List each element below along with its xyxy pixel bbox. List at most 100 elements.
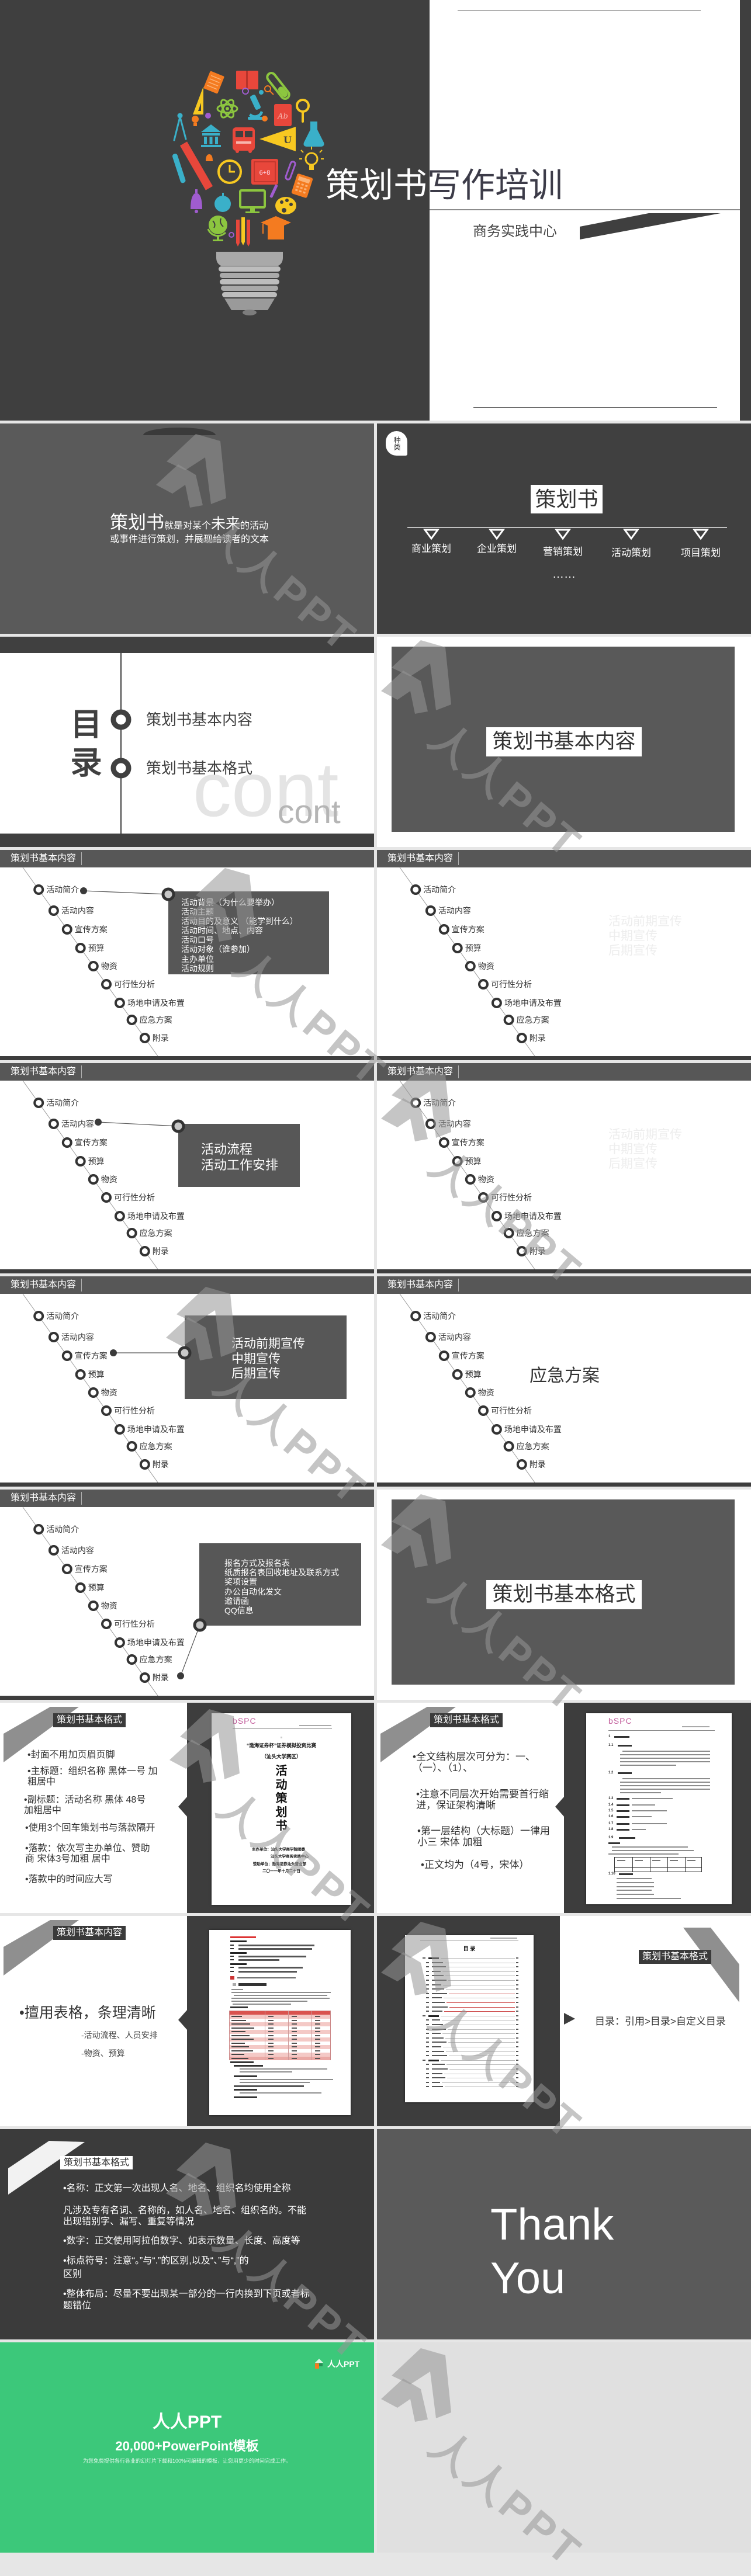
toc-item: 策划书基本内容 <box>146 711 253 728</box>
doc-text-line <box>230 1940 247 1942</box>
doc-text-line <box>230 1976 234 1980</box>
doc-text-line <box>682 1726 710 1727</box>
outline-item-label: 物资 <box>101 1388 117 1397</box>
doc-text-line <box>230 1967 234 1968</box>
definition-term: 策划书 <box>110 512 164 533</box>
doc-text-line <box>632 1798 673 1799</box>
callout-ring-icon <box>193 1618 207 1632</box>
rule-paragraph: •数字：正文使用阿拉伯数字、如表示数量、长度、高度等 <box>63 2236 300 2246</box>
doc-text-line <box>620 1792 661 1793</box>
outline-ring-icon <box>33 1098 44 1108</box>
brand-logo-text: 人人PPT <box>327 2359 360 2369</box>
outline-item-label: 场地申请及布置 <box>504 998 562 1008</box>
outline-item-label: 可行性分析 <box>491 980 532 989</box>
doc-text-line <box>234 2085 304 2087</box>
doc-text-line <box>268 2019 274 2021</box>
outline-ring-icon <box>33 1311 44 1321</box>
outline-ring-icon <box>75 1582 86 1593</box>
doc-text-line <box>230 1948 234 1949</box>
outline-diagram <box>399 1080 538 1273</box>
outline-item-label: 应急方案 <box>516 1228 549 1238</box>
doc-text-line <box>234 2065 263 2067</box>
outline-ring-icon <box>126 1441 137 1452</box>
toc-item: 策划书基本格式 <box>146 759 253 777</box>
doc-text-line <box>230 1971 234 1972</box>
outline-item-label: 活动简介 <box>46 1525 79 1534</box>
section-slide-content: 策划书基本内容 <box>377 637 751 847</box>
doc-logo: bSPC <box>233 1716 257 1726</box>
doc-text-line <box>292 2050 297 2051</box>
doc-text-line <box>233 1728 332 1729</box>
doc-text-line <box>608 1730 715 1731</box>
doc-text-line <box>292 2042 297 2044</box>
outline-item-label: 预算 <box>88 1583 105 1592</box>
faded-line: 中期宣传 <box>608 1143 657 1156</box>
section-title: 策划书基本内容 <box>486 727 642 756</box>
outline-ring-icon <box>139 1672 150 1683</box>
doc-vertical-char: 书 <box>275 1820 288 1832</box>
doc-text-line <box>617 1823 629 1825</box>
doc-text-line <box>233 1983 236 1986</box>
doc-text-line <box>268 2050 274 2051</box>
bottom-band <box>0 1696 374 1700</box>
outline-item-label: 预算 <box>88 1370 105 1379</box>
outline-item-label: 宣传方案 <box>451 1351 484 1360</box>
outline-ring-icon <box>425 1119 436 1129</box>
doc-text-line <box>620 1765 676 1766</box>
outline-ring-icon <box>88 1387 99 1398</box>
outline-item-label: 可行性分析 <box>114 980 155 989</box>
outline-ring-icon <box>75 1156 86 1167</box>
doc-text-line <box>230 1963 247 1965</box>
doc-text-line <box>315 2031 320 2032</box>
faded-line: 中期宣传 <box>608 929 657 943</box>
doc-text-line <box>238 1983 267 1986</box>
doc-text-line <box>620 1782 710 1783</box>
doc-text-line <box>315 2054 320 2055</box>
outline-item-label: 附录 <box>529 1033 546 1043</box>
section-slide-format: 策划书基本格式 <box>377 1490 751 1700</box>
outline-ring-icon <box>491 1211 502 1221</box>
doc-text-line <box>233 2004 291 2005</box>
definition-slide: 策划书就是对某个未来的活动 或事件进行策划，并展现给读者的文本 <box>0 423 374 634</box>
callout-ring-icon <box>178 1346 192 1360</box>
doc-text-line <box>292 2023 297 2025</box>
doc-text-line <box>620 1758 710 1759</box>
doc-text-line <box>617 1890 652 1891</box>
doc-text-line <box>612 1850 694 1851</box>
doc-section-number: 1.5 <box>608 1809 614 1813</box>
title-slide: Ab U 6+8 策划书写作培训 商务实践中心 <box>0 0 751 421</box>
format-toc-slide: 目 录 策划书基本格式 目录：引用>目录>自定义目录 <box>377 1916 751 2126</box>
doc-text-line <box>292 2019 297 2021</box>
doc-text-line <box>315 2039 320 2040</box>
outline-item-label: 应急方案 <box>139 1015 172 1025</box>
doc-text-line <box>230 2006 248 2008</box>
doc-text-line <box>608 1842 620 1844</box>
doc-text-line <box>315 2042 320 2044</box>
doc-text-line <box>281 1737 282 1738</box>
outline-item-label: 场地申请及布置 <box>127 1638 185 1647</box>
thank-you-line-1: Thank <box>490 2200 614 2249</box>
outline-item-label: 应急方案 <box>139 1228 172 1238</box>
doc-text-line <box>632 1829 646 1830</box>
types-slide: 种类 策划书 商业策划 企业策划 营销策划 活动策划 项目策划 …… <box>377 423 751 634</box>
doc-text-line <box>231 1998 330 1999</box>
outline-ring-icon <box>75 943 86 953</box>
doc-text-line <box>617 1860 625 1861</box>
rule-paragraph: 凡涉及专有名词、名称的，如人名、地名、组织名的。不能出现错别字、漏写、重复等情况 <box>63 2206 307 2227</box>
outline-ring-icon <box>48 905 59 916</box>
outline-item-label: 附录 <box>152 1673 169 1682</box>
doc-text-line <box>622 1778 710 1779</box>
doc-text-line <box>230 1959 234 1960</box>
doc-sponsor-line: 汕头大学商务实践中心 <box>271 1855 309 1859</box>
outline-slide: 策划书基本内容 活动流程 活动工作安排 活动简介 活动内容 宣传方案 预算 物资 可行性分析 场地… <box>0 1063 374 1273</box>
doc-text-line <box>238 1945 314 1946</box>
type-label: 项目策划 <box>681 547 721 558</box>
outline-item-label: 预算 <box>88 943 105 953</box>
definition-part2: 的活动 <box>240 521 269 531</box>
doc-vertical-char: 划 <box>275 1806 288 1819</box>
branch-markers <box>423 529 709 540</box>
outline-item-label: 应急方案 <box>139 1442 172 1451</box>
doc-text-line <box>240 2082 310 2083</box>
doc-text-line <box>231 2001 307 2002</box>
doc-vertical-char: 活 <box>275 1765 288 1777</box>
